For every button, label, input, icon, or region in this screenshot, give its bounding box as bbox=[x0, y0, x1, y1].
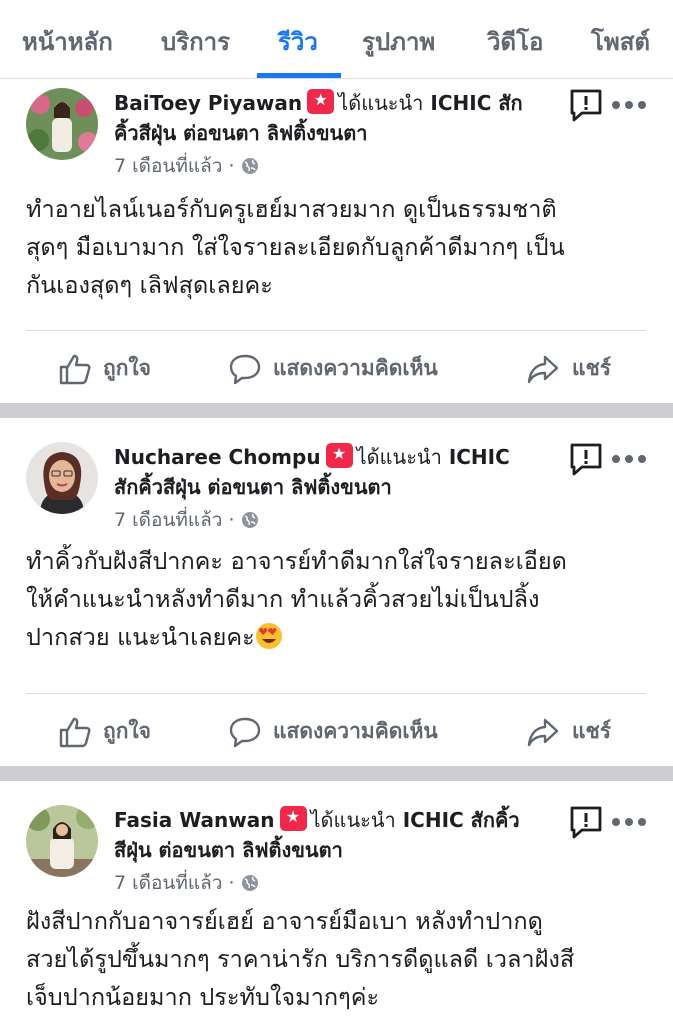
reviewer-name[interactable]: Nucharee Chompu bbox=[114, 445, 321, 469]
review-time: 7 เดือนที่แล้ว · bbox=[114, 869, 259, 897]
review-header: Fasia Wanwan ได้แนะนำ ICHIC สักคิ้วสีฝุ่น… bbox=[114, 805, 554, 865]
like-icon bbox=[59, 354, 91, 385]
tab-reviews[interactable]: รีวิว bbox=[278, 24, 318, 60]
share-button[interactable]: แชร์ bbox=[526, 352, 626, 386]
review-text-line: เจ็บปากน้อยมาก ประทับใจมากๆค่ะ bbox=[26, 983, 380, 1011]
tab-services[interactable]: บริการ bbox=[161, 24, 230, 60]
review-card: Fasia Wanwan ได้แนะนำ ICHIC สักคิ้วสีฝุ่น… bbox=[0, 781, 673, 1024]
heart-eyes-emoji-icon bbox=[255, 623, 282, 649]
share-label: แชร์ bbox=[572, 719, 612, 743]
avatar[interactable] bbox=[26, 442, 98, 514]
report-icon[interactable] bbox=[568, 442, 604, 476]
reviewer-name[interactable]: BaiToey Piyawan bbox=[114, 91, 302, 115]
page-name-line2[interactable]: คิ้วสีฝุ่น ต่อขนตา ลิฟติ้งขนตา bbox=[114, 121, 367, 145]
divider bbox=[26, 693, 646, 694]
like-button[interactable]: ถูกใจ bbox=[58, 352, 168, 386]
review-text-line: สวยได้รูปขึ้นมากๆ ราคาน่ารัก บริการดีดูแ… bbox=[26, 945, 575, 973]
report-icon[interactable] bbox=[568, 88, 604, 122]
review-header: BaiToey Piyawan ได้แนะนำ ICHIC สักคิ้วสีฝ… bbox=[114, 88, 554, 148]
share-button[interactable]: แชร์ bbox=[526, 715, 626, 749]
comment-label: แสดงความคิดเห็น bbox=[273, 719, 438, 743]
share-icon bbox=[527, 355, 559, 384]
tab-home[interactable]: หน้าหลัก bbox=[22, 24, 113, 60]
active-tab-indicator bbox=[257, 73, 341, 78]
page-tabs: หน้าหลัก บริการ รีวิว รูปภาพ วิดีโอ โพสต… bbox=[0, 0, 673, 79]
review-text-line: สุดๆ มือเบามาก ใส่ใจรายละเอียดกับลูกค้าด… bbox=[26, 233, 565, 261]
page-name-line2[interactable]: สีฝุ่น ต่อขนตา ลิฟติ้งขนตา bbox=[114, 838, 343, 862]
report-icon[interactable] bbox=[568, 805, 604, 839]
review-time: 7 เดือนที่แล้ว · bbox=[114, 506, 259, 534]
time-text[interactable]: 7 เดือนที่แล้ว bbox=[114, 509, 222, 531]
share-label: แชร์ bbox=[572, 356, 612, 380]
comment-label: แสดงความคิดเห็น bbox=[273, 356, 438, 380]
comment-button[interactable]: แสดงความคิดเห็น bbox=[228, 352, 468, 386]
globe-icon bbox=[241, 512, 258, 528]
more-options-icon[interactable] bbox=[612, 101, 646, 111]
recommend-text: ได้แนะนำ bbox=[356, 445, 442, 469]
recommend-icon bbox=[307, 89, 335, 114]
review-text: ทำอายไลน์เนอร์กับครูเฮย์มาสวยมาก ดูเป็นธ… bbox=[26, 190, 656, 304]
share-icon bbox=[527, 718, 559, 747]
recommend-text: ได้แนะนำ bbox=[338, 91, 424, 115]
recommend-icon bbox=[325, 443, 353, 468]
recommend-icon bbox=[279, 806, 307, 831]
card-separator bbox=[0, 403, 673, 418]
globe-icon bbox=[241, 875, 258, 891]
tab-videos[interactable]: วิดีโอ bbox=[487, 24, 543, 60]
avatar[interactable] bbox=[26, 805, 98, 877]
recommend-text: ได้แนะนำ bbox=[310, 808, 396, 832]
review-card: BaiToey Piyawan ได้แนะนำ ICHIC สักคิ้วสีฝ… bbox=[0, 80, 673, 402]
more-options-icon[interactable] bbox=[612, 455, 646, 465]
review-text-line: ทำอายไลน์เนอร์กับครูเฮย์มาสวยมาก ดูเป็นธ… bbox=[26, 195, 557, 223]
review-text-line: ปากสวย แนะนำเลยคะ bbox=[26, 618, 656, 656]
review-card: Nucharee Chompu ได้แนะนำ ICHIC สักคิ้วสีฝุ… bbox=[0, 418, 673, 766]
review-text-line: ให้คำแนะนำหลังทำดีมาก ทำแล้วคิ้วสวยไม่เป… bbox=[26, 585, 540, 613]
tab-posts[interactable]: โพสต์ bbox=[591, 24, 650, 60]
review-text-line: กันเองสุดๆ เลิฟสุดเลยคะ bbox=[26, 271, 273, 299]
like-button[interactable]: ถูกใจ bbox=[58, 715, 168, 749]
review-header: Nucharee Chompu ได้แนะนำ ICHIC สักคิ้วสีฝุ… bbox=[114, 442, 554, 502]
globe-icon bbox=[241, 158, 258, 174]
comment-icon bbox=[229, 717, 261, 748]
time-text[interactable]: 7 เดือนที่แล้ว bbox=[114, 155, 222, 177]
card-separator bbox=[0, 766, 673, 781]
time-text[interactable]: 7 เดือนที่แล้ว bbox=[114, 872, 222, 894]
like-icon bbox=[59, 717, 91, 748]
tab-photos[interactable]: รูปภาพ bbox=[362, 24, 435, 60]
more-options-icon[interactable] bbox=[612, 818, 646, 828]
review-text-line: ฝังสีปากกับอาจารย์เฮย์ อาจารย์มือเบา หลั… bbox=[26, 907, 543, 935]
avatar[interactable] bbox=[26, 88, 98, 160]
review-text: ทำคิ้วกับฝังสีปากคะ อาจารย์ทำดีมากใส่ใจร… bbox=[26, 542, 656, 656]
comment-icon bbox=[229, 354, 261, 385]
review-text: ฝังสีปากกับอาจารย์เฮย์ อาจารย์มือเบา หลั… bbox=[26, 902, 656, 1016]
reviewer-name[interactable]: Fasia Wanwan bbox=[114, 808, 275, 832]
like-label: ถูกใจ bbox=[103, 356, 151, 380]
like-label: ถูกใจ bbox=[103, 719, 151, 743]
comment-button[interactable]: แสดงความคิดเห็น bbox=[228, 715, 468, 749]
divider bbox=[26, 330, 646, 331]
page-name-line1[interactable]: ICHIC สักคิ้ว bbox=[403, 808, 520, 832]
review-text-line: ทำคิ้วกับฝังสีปากคะ อาจารย์ทำดีมากใส่ใจร… bbox=[26, 547, 567, 575]
review-time: 7 เดือนที่แล้ว · bbox=[114, 152, 259, 180]
page-name-line1[interactable]: ICHIC bbox=[449, 445, 510, 469]
page-name-line1[interactable]: ICHIC สัก bbox=[430, 91, 522, 115]
page-name-line2[interactable]: สักคิ้วสีฝุ่น ต่อขนตา ลิฟติ้งขนตา bbox=[114, 475, 392, 499]
